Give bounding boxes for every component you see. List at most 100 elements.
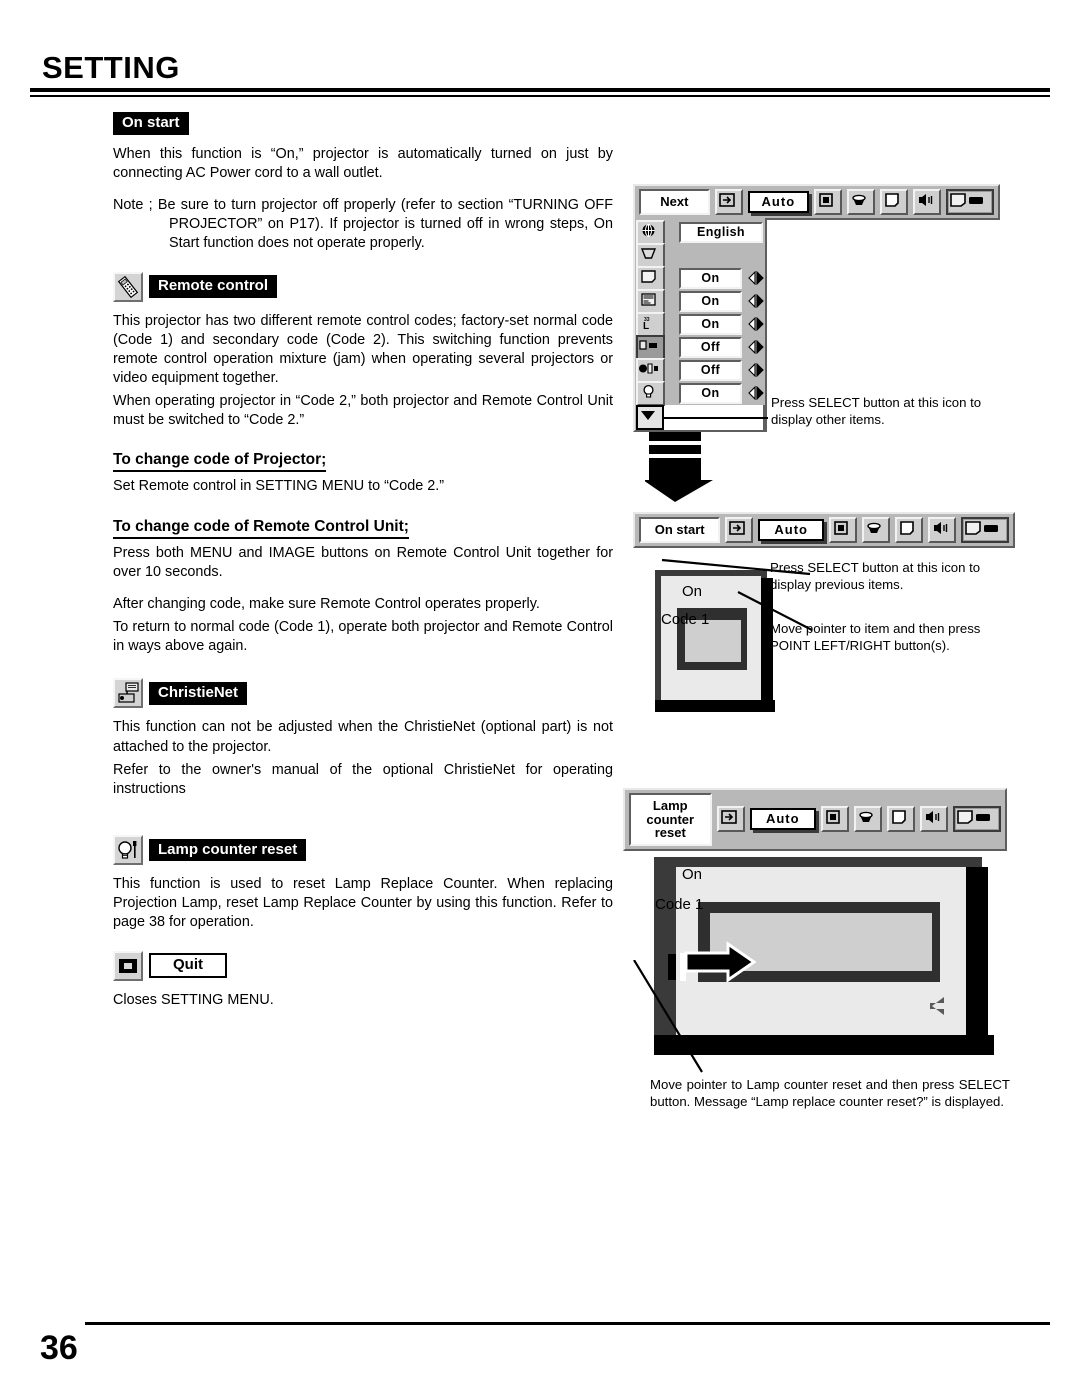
image-select-icon[interactable]	[814, 189, 842, 215]
figure-next-panel: English On On 33 L On Off Off On	[633, 218, 767, 432]
to-change-projector-wrap: To change code of Projector;	[113, 443, 613, 474]
screen-icon[interactable]	[880, 189, 908, 215]
menu-row-logo[interactable]: 33 L On	[635, 312, 765, 337]
callout-display-other-items: Press SELECT button at this icon to disp…	[771, 395, 982, 428]
screen-icon[interactable]	[887, 806, 915, 833]
language-globe-icon	[636, 220, 665, 245]
input-icon[interactable]	[714, 189, 743, 215]
figure-lamp-reset-toolbar: Lamp counter reset Auto	[623, 788, 1007, 851]
setting-icon[interactable]	[953, 806, 1001, 833]
menu-title-lamp-counter-reset[interactable]: Lamp counter reset	[629, 793, 712, 846]
image-adjust-icon[interactable]	[862, 517, 890, 543]
menu-row-ceiling[interactable]: Off	[635, 335, 765, 360]
caption-lamp-counter-reset: Move pointer to Lamp counter reset and t…	[650, 1077, 1010, 1110]
section-header-on-start: On start	[113, 112, 613, 135]
remote-control-tag: Remote control	[149, 275, 278, 298]
menu-title-next[interactable]: Next	[639, 189, 710, 215]
setting-icon[interactable]	[961, 517, 1009, 543]
remote-closing-2: To return to normal code (Code 1), opera…	[113, 619, 613, 655]
header-rule-thick	[30, 88, 1050, 92]
down-arrow-graphic	[643, 432, 717, 509]
setting-icon[interactable]	[946, 189, 994, 215]
blue-back-icon	[636, 266, 665, 291]
svg-text:L: L	[643, 321, 649, 331]
lamp-reset-screen-label-on: On	[682, 866, 703, 883]
quit-paragraph: Closes SETTING MENU.	[113, 991, 274, 1008]
to-change-projector-heading: To change code of Projector;	[113, 451, 327, 473]
figure-next-toolbar: Next Auto	[633, 184, 1000, 220]
logo-icon: 33 L	[636, 312, 665, 337]
auto-pc-adj-button[interactable]: Auto	[747, 191, 809, 213]
header-rule-thin	[30, 95, 1050, 97]
menu-row-display[interactable]: On	[635, 289, 765, 314]
auto-pc-adj-button[interactable]: Auto	[758, 519, 824, 541]
lamp-reset-screen-label-code: Code 1	[655, 896, 704, 913]
left-right-arrows-icon[interactable]	[747, 293, 765, 310]
menu-value-lamp[interactable]: On	[679, 383, 742, 404]
menu-row-keystone[interactable]	[635, 243, 765, 268]
to-change-remote-heading: To change code of Remote Control Unit;	[113, 518, 409, 539]
lamp-counter-reset-paragraph: This function is used to reset Lamp Repl…	[113, 876, 613, 931]
auto-pc-adj-button[interactable]: Auto	[749, 808, 816, 831]
image-select-icon[interactable]	[821, 806, 849, 833]
section-header-quit: Quit	[113, 950, 613, 981]
display-icon	[636, 289, 665, 314]
menu-value-language[interactable]: English	[679, 222, 763, 243]
callout-leader-1	[663, 417, 768, 419]
input-icon[interactable]	[716, 806, 745, 833]
lamp-counter-reset-tag: Lamp counter reset	[149, 838, 307, 862]
christienet-icon	[113, 678, 143, 709]
to-change-remote-wrap: To change code of Remote Control Unit;	[113, 510, 613, 541]
sound-icon[interactable]	[920, 806, 948, 833]
menu-row-rear[interactable]: Off	[635, 358, 765, 383]
image-adjust-icon[interactable]	[847, 189, 875, 215]
menu-value-rear[interactable]: Off	[679, 360, 742, 381]
left-right-arrows-icon[interactable]	[747, 339, 765, 356]
remote-closing-1: After changing code, make sure Remote Co…	[113, 595, 540, 612]
left-right-arrows-icon[interactable]	[747, 316, 765, 333]
lamp-icon	[636, 381, 665, 406]
remote-control-icon	[113, 271, 143, 302]
quit-icon	[113, 950, 143, 981]
left-right-arrows-icon[interactable]	[747, 362, 765, 379]
left-right-arrows-icon[interactable]	[747, 385, 765, 402]
screen-icon[interactable]	[895, 517, 923, 543]
input-icon[interactable]	[725, 517, 754, 543]
rear-icon	[636, 358, 665, 383]
lamp-reset-leader-line	[633, 960, 703, 1073]
quit-tag: Quit	[149, 953, 227, 978]
to-change-remote-body: Press both MENU and IMAGE buttons on Rem…	[113, 544, 613, 580]
menu-row-blue-back[interactable]: On	[635, 266, 765, 291]
page-number: 36	[40, 1329, 78, 1367]
menu-value-ceiling[interactable]: Off	[679, 337, 742, 358]
lamp-counter-icon	[113, 835, 143, 866]
section-header-remote-control: Remote control	[113, 271, 613, 302]
menu-row-language[interactable]: English	[635, 220, 765, 245]
section-header-lamp-counter-reset: Lamp counter reset	[113, 835, 613, 866]
menu-value-logo[interactable]: On	[679, 314, 742, 335]
callout-move-pointer-point-lr: Move pointer to item and then press POIN…	[770, 621, 981, 654]
sound-icon[interactable]	[913, 189, 941, 215]
keystone-icon	[636, 243, 665, 268]
remote-control-paragraph-1: This projector has two different remote …	[113, 312, 613, 386]
menu-row-lamp[interactable]: On	[635, 381, 765, 406]
scroll-down-icon[interactable]	[636, 405, 664, 430]
to-change-projector-body: Set Remote control in SETTING MENU to “C…	[113, 478, 445, 495]
menu-title-on-start[interactable]: On start	[639, 517, 721, 543]
menu-value-blue-back[interactable]: On	[679, 268, 742, 289]
remote-control-paragraph-2: When operating projector in “Code 2,” bo…	[113, 393, 613, 429]
christienet-paragraph-1: This function can not be adjusted when t…	[113, 719, 613, 755]
image-adjust-icon[interactable]	[854, 806, 882, 833]
christienet-tag: ChristieNet	[149, 682, 248, 705]
menu-value-display[interactable]: On	[679, 291, 742, 312]
left-right-arrows-icon[interactable]	[747, 270, 765, 287]
figure-on-start-toolbar: On start Auto	[633, 512, 1015, 548]
image-select-icon[interactable]	[829, 517, 857, 543]
left-text-column: On start When this function is “On,” pro…	[113, 112, 613, 1023]
sound-icon[interactable]	[928, 517, 956, 543]
christienet-paragraph-2: Refer to the owner's manual of the optio…	[113, 761, 613, 797]
menu-title-line-2: counter reset	[646, 811, 695, 841]
callout-display-previous-items: Press SELECT button at this icon to disp…	[770, 560, 981, 593]
on-start-note: Note ; Be sure to turn projector off pro…	[113, 197, 613, 252]
on-start-paragraph: When this function is “On,” projector is…	[113, 145, 613, 181]
